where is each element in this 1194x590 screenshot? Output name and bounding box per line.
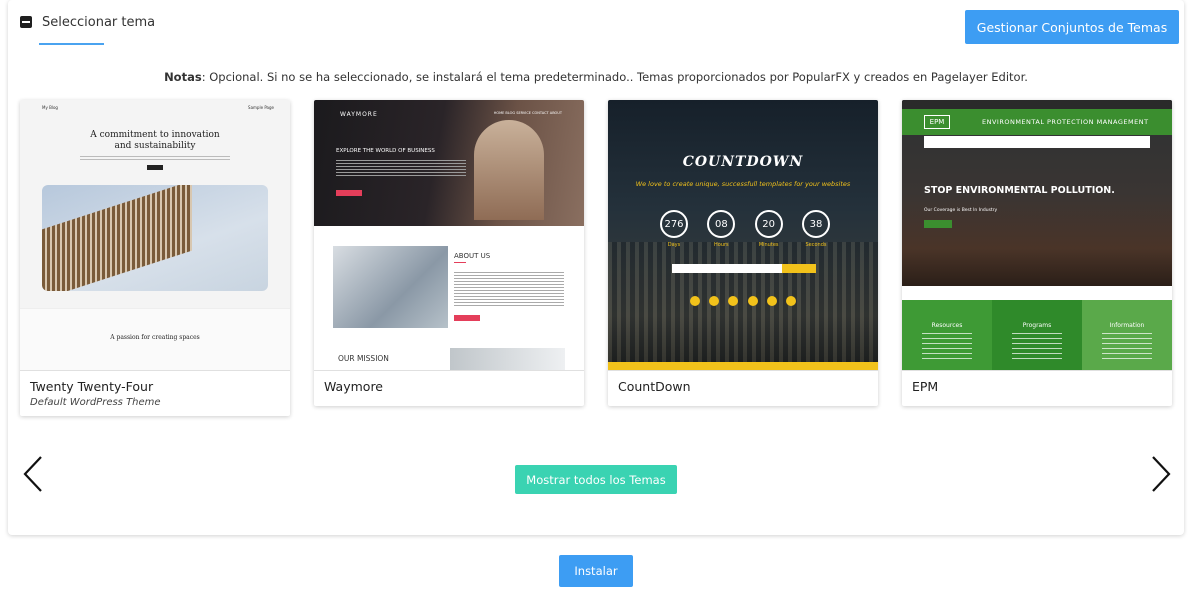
- theme-thumbnail[interactable]: EPM ENVIRONMENTAL PROTECTION MANAGEMENT …: [902, 100, 1172, 370]
- theme-selector-panel: Seleccionar tema Gestionar Conjuntos de …: [8, 0, 1184, 535]
- install-button[interactable]: Instalar: [559, 555, 633, 587]
- thumb-office-photo: [333, 246, 448, 328]
- thumb-nav: My Blog Sample Page: [42, 105, 274, 110]
- theme-thumbnail[interactable]: WAYMORE HOME BLOG SERVICE CONTACT ABOUT …: [314, 100, 584, 370]
- theme-name: Twenty Twenty-Four: [30, 379, 154, 394]
- theme-thumbnail[interactable]: COUNTDOWN We love to create unique, succ…: [608, 100, 878, 370]
- theme-card-twenty-twenty-four[interactable]: My Blog Sample Page A commitment to innov…: [20, 100, 290, 416]
- theme-card-waymore[interactable]: WAYMORE HOME BLOG SERVICE CONTACT ABOUT …: [314, 100, 584, 406]
- theme-card-epm[interactable]: EPM ENVIRONMENTAL PROTECTION MANAGEMENT …: [902, 100, 1172, 406]
- section-header[interactable]: Seleccionar tema: [20, 12, 155, 32]
- thumb-building-image: [42, 185, 268, 291]
- thumb-headline: A commitment to innovation and sustainab…: [90, 130, 220, 151]
- theme-name: EPM: [912, 379, 939, 394]
- previous-arrow-icon[interactable]: [22, 455, 44, 493]
- manage-theme-sets-button[interactable]: Gestionar Conjuntos de Temas: [965, 10, 1179, 44]
- title-underline: [39, 43, 104, 45]
- show-all-themes-button[interactable]: Mostrar todos los Temas: [515, 465, 677, 494]
- section-title: Seleccionar tema: [42, 14, 156, 30]
- theme-thumbnail[interactable]: My Blog Sample Page A commitment to innov…: [20, 100, 290, 370]
- collapse-icon[interactable]: [20, 16, 32, 28]
- theme-name: CountDown: [618, 379, 691, 394]
- theme-name: Waymore: [324, 379, 383, 394]
- notes-label: Notas: [164, 70, 202, 84]
- next-arrow-icon[interactable]: [1150, 455, 1172, 493]
- notes-body: : Opcional. Si no se ha seleccionado, se…: [201, 70, 1028, 84]
- thumb-footer-title: A passion for creating spaces: [110, 334, 200, 341]
- notes-text: Notas: Opcional. Si no se ha seleccionad…: [8, 70, 1184, 84]
- theme-subtitle: Default WordPress Theme: [30, 397, 161, 408]
- theme-card-countdown[interactable]: COUNTDOWN We love to create unique, succ…: [608, 100, 878, 406]
